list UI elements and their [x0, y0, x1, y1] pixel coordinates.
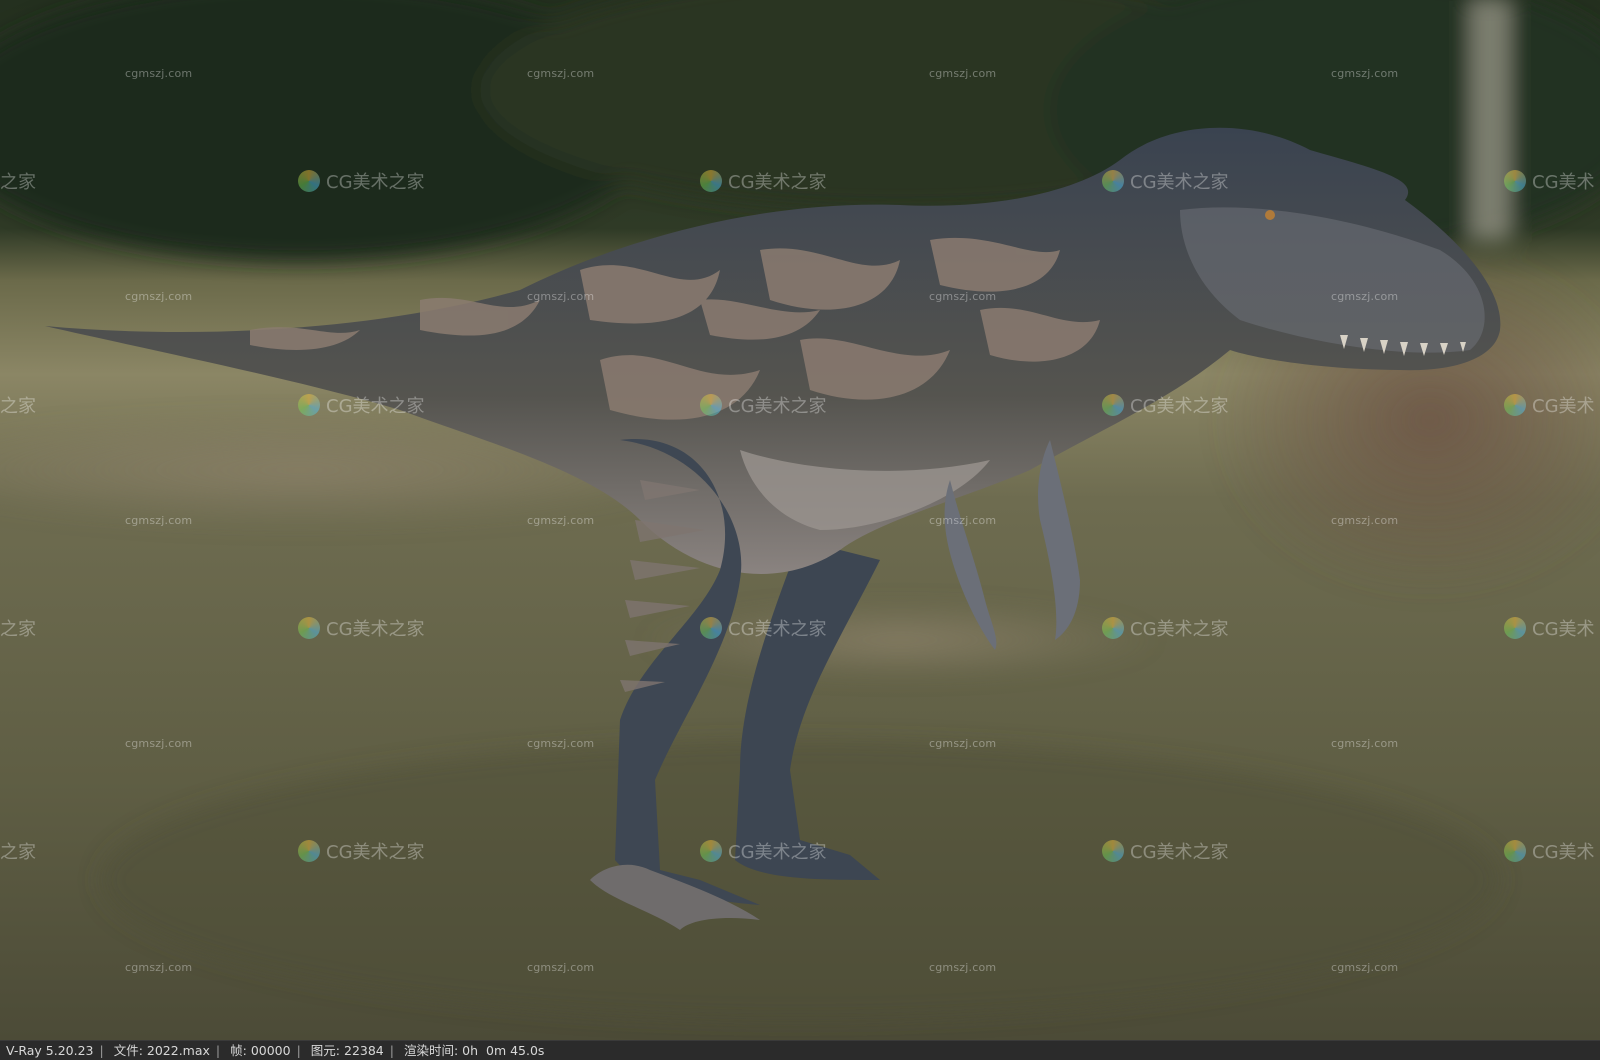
- render-status-bar: V-Ray 5.20.23 | 文件: 2022.max | 帧: 00000 | 图…: [0, 1040, 1600, 1060]
- watermark-url: cgmszj.com: [527, 961, 595, 974]
- watermark-brand: 之家: [0, 619, 36, 640]
- watermark-url: cgmszj.com: [1331, 290, 1399, 303]
- watermark-brand: 之家: [0, 842, 36, 863]
- cg-logo-icon: [1504, 394, 1526, 416]
- separator: |: [215, 1043, 221, 1058]
- watermark-url: cgmszj.com: [1331, 961, 1399, 974]
- watermark-brand: CG美术之家: [298, 168, 425, 194]
- watermark-brand: CG美术: [1504, 838, 1595, 864]
- watermark-url: cgmszj.com: [527, 737, 595, 750]
- watermark-url: cgmszj.com: [929, 961, 997, 974]
- render-time-value: 0h 0m 45.0s: [462, 1043, 545, 1058]
- render-time-label: 渲染时间:: [403, 1043, 459, 1058]
- cg-logo-icon: [700, 840, 722, 862]
- frame-label: 帧:: [230, 1043, 247, 1058]
- renderer-version: V-Ray 5.20.23: [6, 1043, 94, 1058]
- cg-logo-icon: [1504, 617, 1526, 639]
- separator: |: [389, 1043, 394, 1058]
- watermark-brand: CG美术之家: [1102, 168, 1229, 194]
- file-label: 文件:: [113, 1043, 143, 1058]
- watermark-url: cgmszj.com: [125, 961, 193, 974]
- watermark-brand: CG美术之家: [1102, 392, 1229, 418]
- watermark-brand: CG美术之家: [298, 838, 425, 864]
- primitives-label: 图元:: [310, 1043, 341, 1058]
- watermark-brand: CG美术: [1504, 168, 1595, 194]
- watermark-url: cgmszj.com: [1331, 514, 1399, 527]
- watermark-url: cgmszj.com: [125, 67, 193, 80]
- watermark-url: cgmszj.com: [527, 290, 595, 303]
- watermark-brand: CG美术之家: [1102, 615, 1229, 641]
- watermark-brand: CG美术之家: [298, 392, 425, 418]
- cg-logo-icon: [298, 170, 320, 192]
- watermark-brand: CG美术之家: [700, 392, 827, 418]
- watermark-brand: CG美术之家: [700, 838, 827, 864]
- separator: |: [99, 1043, 104, 1058]
- cg-logo-icon: [700, 394, 722, 416]
- watermark-url: cgmszj.com: [527, 67, 595, 80]
- cg-logo-icon: [1102, 617, 1124, 639]
- watermark-url: cgmszj.com: [125, 290, 193, 303]
- cg-logo-icon: [1102, 170, 1124, 192]
- separator: |: [296, 1043, 301, 1058]
- watermark-url: cgmszj.com: [1331, 67, 1399, 80]
- cg-logo-icon: [298, 617, 320, 639]
- watermark-brand: CG美术: [1504, 615, 1595, 641]
- watermark-brand: CG美术之家: [298, 615, 425, 641]
- cg-logo-icon: [1504, 840, 1526, 862]
- watermark-brand: CG美术之家: [700, 615, 827, 641]
- watermark-url: cgmszj.com: [1331, 737, 1399, 750]
- watermark-url: cgmszj.com: [929, 67, 997, 80]
- cg-logo-icon: [1102, 840, 1124, 862]
- cg-logo-icon: [298, 394, 320, 416]
- cg-logo-icon: [700, 617, 722, 639]
- watermark-brand: CG美术: [1504, 392, 1595, 418]
- file-value: 2022.max: [146, 1043, 210, 1058]
- primitives-value: 22384: [344, 1043, 384, 1058]
- cg-logo-icon: [700, 170, 722, 192]
- watermark-url: cgmszj.com: [929, 737, 997, 750]
- watermark-url: cgmszj.com: [929, 514, 997, 527]
- watermark-brand: CG美术之家: [700, 168, 827, 194]
- watermark-url: cgmszj.com: [125, 514, 193, 527]
- watermark-url: cgmszj.com: [929, 290, 997, 303]
- cg-logo-icon: [1504, 170, 1526, 192]
- watermark-brand: 之家: [0, 172, 36, 193]
- frame-value: 00000: [250, 1043, 291, 1058]
- watermark-brand: CG美术之家: [1102, 838, 1229, 864]
- cg-logo-icon: [1102, 394, 1124, 416]
- watermark-url: cgmszj.com: [125, 737, 193, 750]
- watermark-brand: 之家: [0, 396, 36, 417]
- cg-logo-icon: [298, 840, 320, 862]
- watermark-url: cgmszj.com: [527, 514, 595, 527]
- vray-frame-buffer: cgmszj.com cgmszj.com cgmszj.com cgmszj.…: [0, 0, 1600, 1060]
